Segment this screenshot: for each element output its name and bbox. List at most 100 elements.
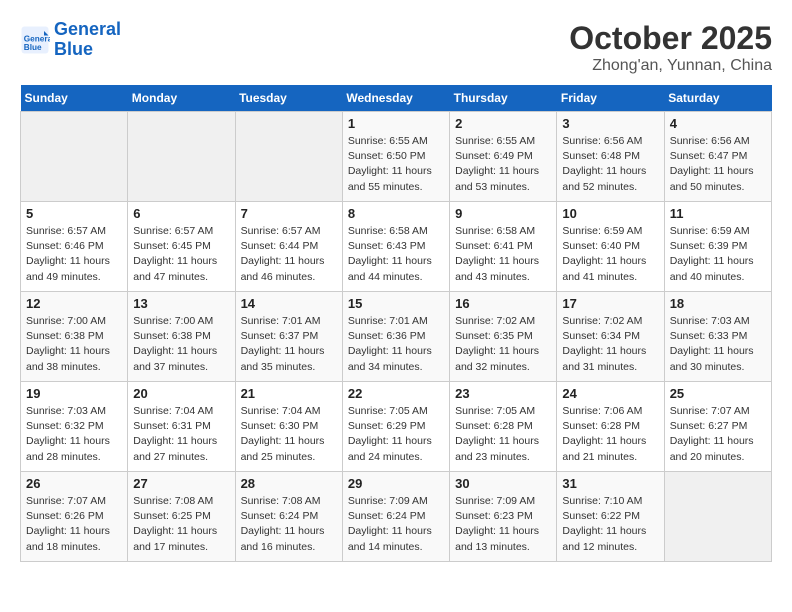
day-number: 17 — [562, 296, 658, 311]
title-block: October 2025 Zhong'an, Yunnan, China — [569, 20, 772, 75]
calendar-cell: 10 Sunrise: 6:59 AMSunset: 6:40 PMDayligh… — [557, 202, 664, 292]
calendar-cell — [664, 472, 771, 562]
day-number: 24 — [562, 386, 658, 401]
day-info: Sunrise: 7:08 AMSunset: 6:25 PMDaylight:… — [133, 494, 229, 555]
calendar-cell: 28 Sunrise: 7:08 AMSunset: 6:24 PMDayligh… — [235, 472, 342, 562]
calendar-cell: 18 Sunrise: 7:03 AMSunset: 6:33 PMDayligh… — [664, 292, 771, 382]
weekday-header-row: SundayMondayTuesdayWednesdayThursdayFrid… — [21, 85, 772, 112]
day-number: 19 — [26, 386, 122, 401]
day-info: Sunrise: 6:59 AMSunset: 6:39 PMDaylight:… — [670, 224, 766, 285]
day-info: Sunrise: 7:07 AMSunset: 6:27 PMDaylight:… — [670, 404, 766, 465]
day-number: 13 — [133, 296, 229, 311]
svg-text:Blue: Blue — [24, 43, 42, 52]
day-info: Sunrise: 7:02 AMSunset: 6:35 PMDaylight:… — [455, 314, 551, 375]
day-info: Sunrise: 6:55 AMSunset: 6:49 PMDaylight:… — [455, 134, 551, 195]
weekday-header: Thursday — [450, 85, 557, 112]
calendar-title: October 2025 — [569, 20, 772, 57]
day-info: Sunrise: 7:02 AMSunset: 6:34 PMDaylight:… — [562, 314, 658, 375]
calendar-cell: 16 Sunrise: 7:02 AMSunset: 6:35 PMDayligh… — [450, 292, 557, 382]
day-info: Sunrise: 6:56 AMSunset: 6:48 PMDaylight:… — [562, 134, 658, 195]
calendar-week-row: 12 Sunrise: 7:00 AMSunset: 6:38 PMDayligh… — [21, 292, 772, 382]
day-info: Sunrise: 7:01 AMSunset: 6:37 PMDaylight:… — [241, 314, 337, 375]
calendar-cell: 2Sunrise: 6:55 AMSunset: 6:49 PMDaylight… — [450, 112, 557, 202]
calendar-cell: 3 Sunrise: 6:56 AMSunset: 6:48 PMDaylight… — [557, 112, 664, 202]
calendar-subtitle: Zhong'an, Yunnan, China — [569, 57, 772, 75]
day-number: 27 — [133, 476, 229, 491]
calendar-cell: 26 Sunrise: 7:07 AMSunset: 6:26 PMDayligh… — [21, 472, 128, 562]
day-number: 26 — [26, 476, 122, 491]
calendar-cell: 13 Sunrise: 7:00 AMSunset: 6:38 PMDayligh… — [128, 292, 235, 382]
day-info: Sunrise: 7:00 AMSunset: 6:38 PMDaylight:… — [26, 314, 122, 375]
day-number: 3 — [562, 116, 658, 131]
day-info: Sunrise: 7:05 AMSunset: 6:28 PMDaylight:… — [455, 404, 551, 465]
day-info: Sunrise: 7:01 AMSunset: 6:36 PMDaylight:… — [348, 314, 444, 375]
calendar-cell: 27 Sunrise: 7:08 AMSunset: 6:25 PMDayligh… — [128, 472, 235, 562]
page-header: General Blue General Blue October 2025 Z… — [20, 20, 772, 75]
calendar-cell: 19Sunrise: 7:03 AMSunset: 6:32 PMDayligh… — [21, 382, 128, 472]
calendar-cell: 23 Sunrise: 7:05 AMSunset: 6:28 PMDayligh… — [450, 382, 557, 472]
day-number: 5 — [26, 206, 122, 221]
day-info: Sunrise: 7:07 AMSunset: 6:26 PMDaylight:… — [26, 494, 122, 555]
day-number: 14 — [241, 296, 337, 311]
day-number: 31 — [562, 476, 658, 491]
day-info: Sunrise: 7:05 AMSunset: 6:29 PMDaylight:… — [348, 404, 444, 465]
calendar-cell: 24Sunrise: 7:06 AMSunset: 6:28 PMDayligh… — [557, 382, 664, 472]
calendar-cell: 1Sunrise: 6:55 AMSunset: 6:50 PMDaylight… — [342, 112, 449, 202]
logo-name: General Blue — [54, 20, 121, 60]
calendar-cell: 30 Sunrise: 7:09 AMSunset: 6:23 PMDayligh… — [450, 472, 557, 562]
day-number: 4 — [670, 116, 766, 131]
weekday-header: Wednesday — [342, 85, 449, 112]
weekday-header: Monday — [128, 85, 235, 112]
day-number: 16 — [455, 296, 551, 311]
day-number: 12 — [26, 296, 122, 311]
calendar-cell: 6Sunrise: 6:57 AMSunset: 6:45 PMDaylight… — [128, 202, 235, 292]
day-info: Sunrise: 7:00 AMSunset: 6:38 PMDaylight:… — [133, 314, 229, 375]
day-info: Sunrise: 6:55 AMSunset: 6:50 PMDaylight:… — [348, 134, 444, 195]
calendar-cell: 17 Sunrise: 7:02 AMSunset: 6:34 PMDayligh… — [557, 292, 664, 382]
day-number: 6 — [133, 206, 229, 221]
calendar-cell: 14 Sunrise: 7:01 AMSunset: 6:37 PMDayligh… — [235, 292, 342, 382]
day-info: Sunrise: 6:57 AMSunset: 6:44 PMDaylight:… — [241, 224, 337, 285]
day-info: Sunrise: 7:04 AMSunset: 6:31 PMDaylight:… — [133, 404, 229, 465]
day-info: Sunrise: 7:04 AMSunset: 6:30 PMDaylight:… — [241, 404, 337, 465]
calendar-cell — [235, 112, 342, 202]
calendar-cell: 22Sunrise: 7:05 AMSunset: 6:29 PMDayligh… — [342, 382, 449, 472]
day-info: Sunrise: 7:09 AMSunset: 6:24 PMDaylight:… — [348, 494, 444, 555]
calendar-week-row: 1Sunrise: 6:55 AMSunset: 6:50 PMDaylight… — [21, 112, 772, 202]
calendar-cell: 11 Sunrise: 6:59 AMSunset: 6:39 PMDayligh… — [664, 202, 771, 292]
day-number: 11 — [670, 206, 766, 221]
calendar-week-row: 19Sunrise: 7:03 AMSunset: 6:32 PMDayligh… — [21, 382, 772, 472]
calendar-cell: 29Sunrise: 7:09 AMSunset: 6:24 PMDayligh… — [342, 472, 449, 562]
calendar-cell: 7Sunrise: 6:57 AMSunset: 6:44 PMDaylight… — [235, 202, 342, 292]
day-number: 23 — [455, 386, 551, 401]
day-number: 30 — [455, 476, 551, 491]
calendar-cell: 12 Sunrise: 7:00 AMSunset: 6:38 PMDayligh… — [21, 292, 128, 382]
weekday-header: Friday — [557, 85, 664, 112]
day-number: 8 — [348, 206, 444, 221]
calendar-cell: 4 Sunrise: 6:56 AMSunset: 6:47 PMDaylight… — [664, 112, 771, 202]
calendar-table: SundayMondayTuesdayWednesdayThursdayFrid… — [20, 85, 772, 562]
day-number: 21 — [241, 386, 337, 401]
day-info: Sunrise: 7:09 AMSunset: 6:23 PMDaylight:… — [455, 494, 551, 555]
day-info: Sunrise: 6:56 AMSunset: 6:47 PMDaylight:… — [670, 134, 766, 195]
logo-icon: General Blue — [20, 25, 50, 55]
weekday-header: Saturday — [664, 85, 771, 112]
day-number: 25 — [670, 386, 766, 401]
day-info: Sunrise: 6:58 AMSunset: 6:43 PMDaylight:… — [348, 224, 444, 285]
calendar-cell: 5 Sunrise: 6:57 AMSunset: 6:46 PMDaylight… — [21, 202, 128, 292]
day-info: Sunrise: 7:03 AMSunset: 6:33 PMDaylight:… — [670, 314, 766, 375]
day-info: Sunrise: 6:57 AMSunset: 6:46 PMDaylight:… — [26, 224, 122, 285]
calendar-cell: 15Sunrise: 7:01 AMSunset: 6:36 PMDayligh… — [342, 292, 449, 382]
day-number: 18 — [670, 296, 766, 311]
day-info: Sunrise: 6:58 AMSunset: 6:41 PMDaylight:… — [455, 224, 551, 285]
logo: General Blue General Blue — [20, 20, 121, 60]
day-number: 10 — [562, 206, 658, 221]
day-number: 20 — [133, 386, 229, 401]
calendar-cell: 8 Sunrise: 6:58 AMSunset: 6:43 PMDaylight… — [342, 202, 449, 292]
calendar-cell: 25 Sunrise: 7:07 AMSunset: 6:27 PMDayligh… — [664, 382, 771, 472]
calendar-week-row: 5 Sunrise: 6:57 AMSunset: 6:46 PMDaylight… — [21, 202, 772, 292]
day-info: Sunrise: 7:08 AMSunset: 6:24 PMDaylight:… — [241, 494, 337, 555]
day-number: 28 — [241, 476, 337, 491]
weekday-header: Tuesday — [235, 85, 342, 112]
day-info: Sunrise: 6:59 AMSunset: 6:40 PMDaylight:… — [562, 224, 658, 285]
